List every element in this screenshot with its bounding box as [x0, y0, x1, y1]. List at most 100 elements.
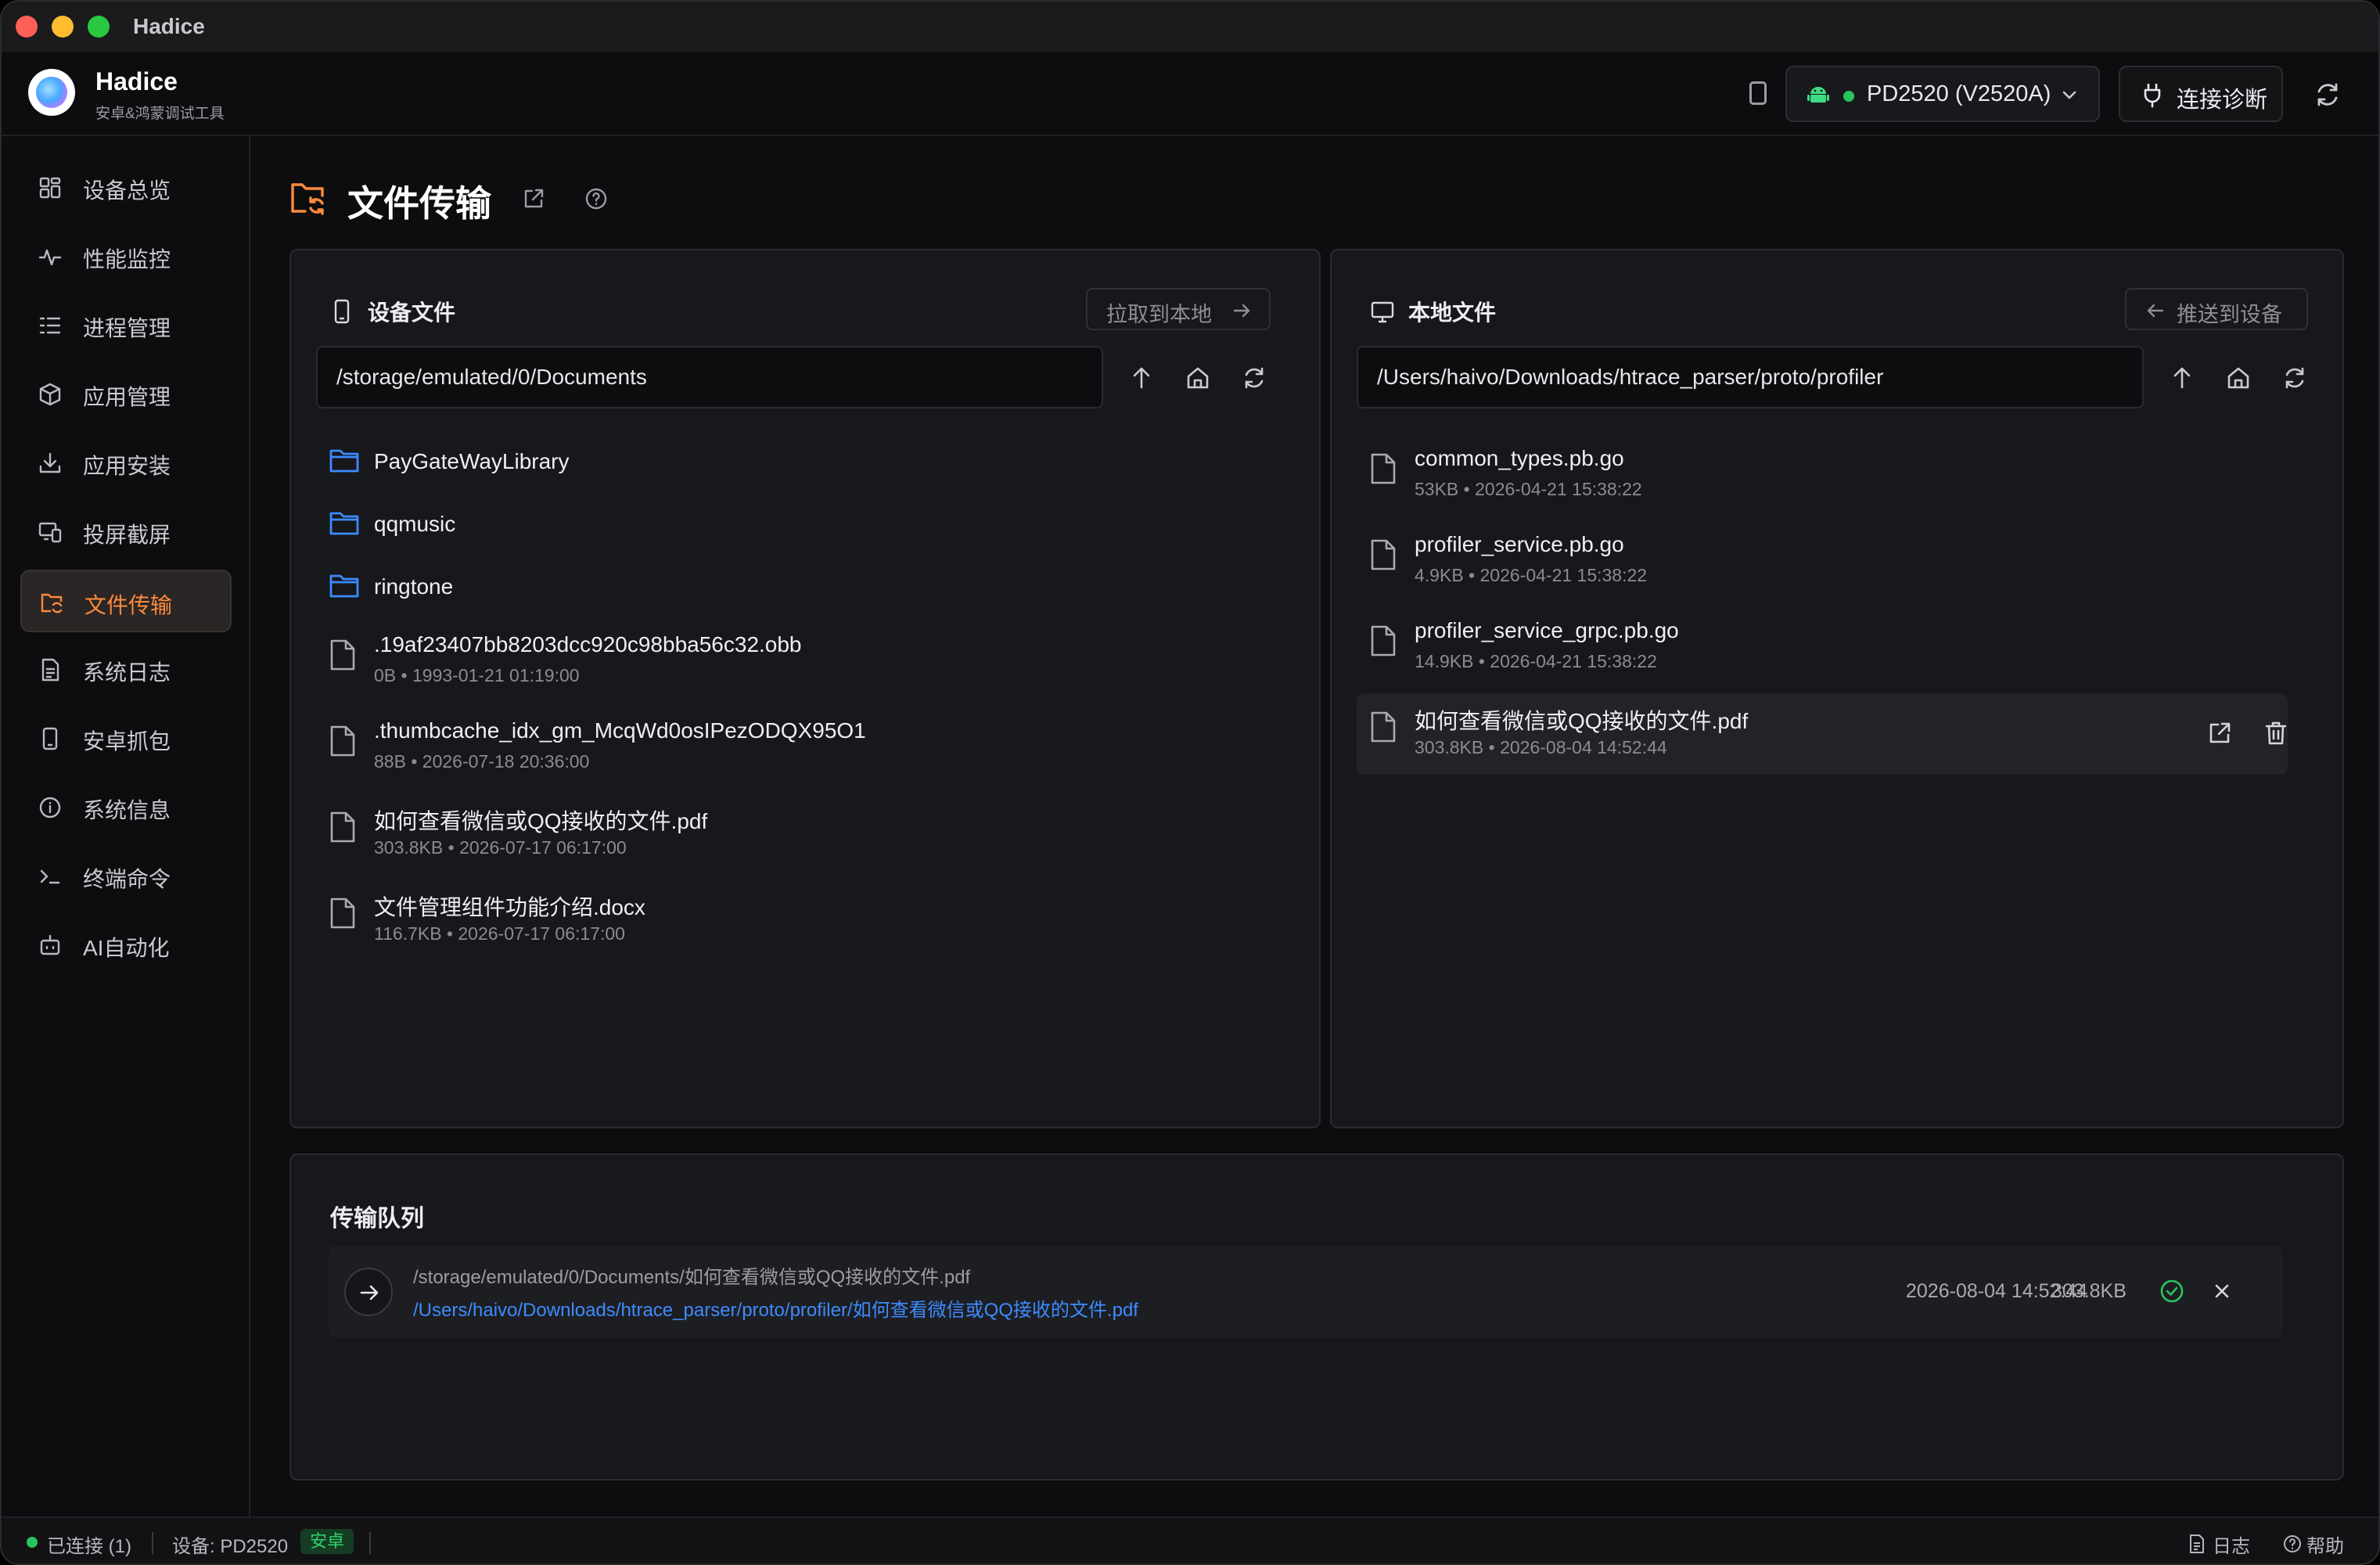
device-files-panel: 设备文件 拉取到本地 PayGateWayLibrary qqmusic rin…: [289, 249, 1321, 1128]
close-icon[interactable]: [2211, 1280, 2233, 1302]
file-meta: 0B • 1993-01-21 01:19:00: [374, 665, 580, 685]
sidebar-item-label: 安卓抓包: [83, 729, 171, 754]
pulse-icon: [38, 249, 62, 266]
list-icon: [39, 317, 61, 334]
sidebar-item-performance[interactable]: 性能监控: [20, 225, 232, 288]
monitor-icon: [1371, 301, 1394, 323]
divider: [369, 1532, 371, 1554]
list-item-file[interactable]: .thumbcache_idx_gm_McqWd0osIPezODQX95O1 …: [316, 707, 1247, 789]
refresh-icon[interactable]: [2281, 365, 2308, 391]
sidebar-item-label: 终端命令: [83, 867, 171, 891]
connection-diagnose-button[interactable]: 连接诊断: [2119, 66, 2283, 122]
queue-source-path: /storage/emulated/0/Documents/如何查看微信或QQ接…: [413, 1267, 971, 1288]
file-icon: [330, 898, 355, 929]
device-path-input[interactable]: [316, 346, 1103, 408]
phone-icon: [42, 727, 58, 750]
file-icon: [330, 725, 355, 757]
queue-item: /storage/emulated/0/Documents/如何查看微信或QQ接…: [329, 1246, 2283, 1338]
arrow-up-icon[interactable]: [2169, 365, 2195, 391]
app-name: Hadice: [95, 67, 178, 95]
file-name: 文件管理组件功能介绍.docx: [374, 895, 645, 919]
device-label: PD2520 (V2520A): [1867, 81, 2051, 106]
file-name: .thumbcache_idx_gm_McqWd0osIPezODQX95O1: [374, 718, 866, 743]
queue-destination-path[interactable]: /Users/haivo/Downloads/htrace_parser/pro…: [413, 1294, 1138, 1322]
list-item-folder[interactable]: ringtone: [316, 560, 1247, 617]
sidebar-item-ai-automation[interactable]: AI自动化: [20, 914, 232, 977]
list-item-file[interactable]: 文件管理组件功能介绍.docx 116.7KB • 2026-07-17 06:…: [316, 880, 1247, 961]
external-link-icon[interactable]: [521, 186, 546, 211]
sidebar-item-file-transfer[interactable]: 文件传输: [20, 570, 232, 632]
sidebar-item-system-info[interactable]: 系统信息: [20, 776, 232, 839]
file-name: profiler_service.pb.go: [1415, 532, 1624, 556]
device-status: 设备: PD2520: [172, 1536, 289, 1557]
file-name: 如何查看微信或QQ接收的文件.pdf: [374, 809, 708, 833]
file-meta: 303.8KB • 2026-08-04 14:52:44: [1415, 737, 1667, 757]
document-icon: [41, 658, 59, 682]
local-files-panel: 本地文件 推送到设备 common_types.pb.go 53KB • 202…: [1330, 249, 2344, 1128]
minimize-window-button[interactable]: [52, 16, 74, 38]
file-icon: [1371, 625, 1396, 657]
sidebar-item-label: 投屏截屏: [83, 523, 171, 547]
file-meta: 4.9KB • 2026-04-21 15:38:22: [1415, 565, 1648, 585]
local-path-input[interactable]: [1357, 346, 2144, 408]
device-files-title: 设备文件: [368, 300, 456, 325]
sidebar-item-processes[interactable]: 进程管理: [20, 294, 232, 357]
sidebar-item-terminal[interactable]: 终端命令: [20, 845, 232, 908]
plug-icon: [2144, 83, 2161, 108]
arrow-up-icon[interactable]: [1128, 365, 1155, 391]
zoom-window-button[interactable]: [88, 16, 110, 38]
list-item-folder[interactable]: PayGateWayLibrary: [316, 435, 1247, 491]
list-item-file[interactable]: profiler_service_grpc.pb.go 14.9KB • 202…: [1357, 607, 2288, 689]
home-icon[interactable]: [2225, 365, 2252, 391]
sidebar-item-screencast[interactable]: 投屏截屏: [20, 501, 232, 563]
log-link[interactable]: 日志: [2213, 1531, 2250, 1558]
device-select[interactable]: PD2520 (V2520A): [1785, 66, 2100, 122]
divider: [152, 1532, 153, 1554]
help-link[interactable]: 帮助: [2306, 1531, 2344, 1558]
connection-status-dot: [27, 1537, 38, 1548]
file-meta: 88B • 2026-07-18 20:36:00: [374, 751, 590, 772]
sidebar-item-install[interactable]: 应用安装: [20, 432, 232, 495]
app-logo: [28, 69, 75, 116]
sidebar-item-label: 进程管理: [83, 316, 171, 340]
phone-icon: [334, 299, 350, 324]
list-item-file[interactable]: 如何查看微信或QQ接收的文件.pdf 303.8KB • 2026-08-04 …: [1357, 693, 2288, 775]
sidebar-item-apps[interactable]: 应用管理: [20, 363, 232, 426]
folder-icon: [329, 512, 359, 535]
chevron-down-icon: [2062, 91, 2076, 99]
file-name: qqmusic: [374, 512, 456, 536]
trash-icon[interactable]: [2263, 720, 2289, 747]
list-item-file[interactable]: profiler_service.pb.go 4.9KB • 2026-04-2…: [1357, 521, 2288, 603]
file-name: ringtone: [374, 574, 454, 599]
list-item-file[interactable]: .19af23407bb8203dcc920c98bba56c32.obb 0B…: [316, 621, 1247, 703]
sidebar-item-device-overview[interactable]: 设备总览: [20, 156, 232, 219]
push-to-device-button[interactable]: 推送到设备: [2125, 288, 2308, 330]
open-external-icon[interactable]: [2206, 720, 2233, 747]
sidebar-item-system-log[interactable]: 系统日志: [20, 639, 232, 701]
file-meta: 14.9KB • 2026-04-21 15:38:22: [1415, 651, 1657, 671]
help-icon[interactable]: [584, 186, 609, 211]
help-icon: [2284, 1535, 2301, 1552]
list-item-file[interactable]: common_types.pb.go 53KB • 2026-04-21 15:…: [1357, 435, 2288, 516]
connection-diagnose-label: 连接诊断: [2177, 88, 2268, 113]
sidebar-item-packet-capture[interactable]: 安卓抓包: [20, 707, 232, 770]
file-name: profiler_service_grpc.pb.go: [1415, 618, 1679, 642]
transfer-queue-title: 传输队列: [330, 1206, 424, 1232]
transfer-queue-panel: 传输队列 /storage/emulated/0/Documents/如何查看微…: [289, 1153, 2344, 1480]
sidebar: 设备总览 性能监控 进程管理 应用管理 应用安装 投屏截屏 文件传输 系统日志: [2, 136, 250, 1516]
pull-to-local-button[interactable]: 拉取到本地: [1086, 288, 1271, 330]
list-item-folder[interactable]: qqmusic: [316, 498, 1247, 554]
app-subtitle: 安卓&鸿蒙调试工具: [95, 106, 225, 122]
window-title: Hadice: [133, 14, 205, 38]
file-meta: 116.7KB • 2026-07-17 06:17:00: [374, 923, 625, 944]
sidebar-item-label: 设备总览: [83, 178, 171, 203]
sidebar-item-label: 文件传输: [84, 593, 173, 617]
close-window-button[interactable]: [16, 16, 38, 38]
title-bar: Hadice: [2, 2, 2378, 53]
list-item-file[interactable]: 如何查看微信或QQ接收的文件.pdf 303.8KB • 2026-07-17 …: [316, 793, 1247, 875]
home-icon[interactable]: [1185, 365, 1211, 391]
refresh-icon[interactable]: [1241, 365, 1267, 391]
sidebar-item-label: 系统信息: [83, 798, 171, 822]
refresh-icon[interactable]: [2313, 80, 2342, 110]
folder-sync-icon: [291, 183, 324, 215]
